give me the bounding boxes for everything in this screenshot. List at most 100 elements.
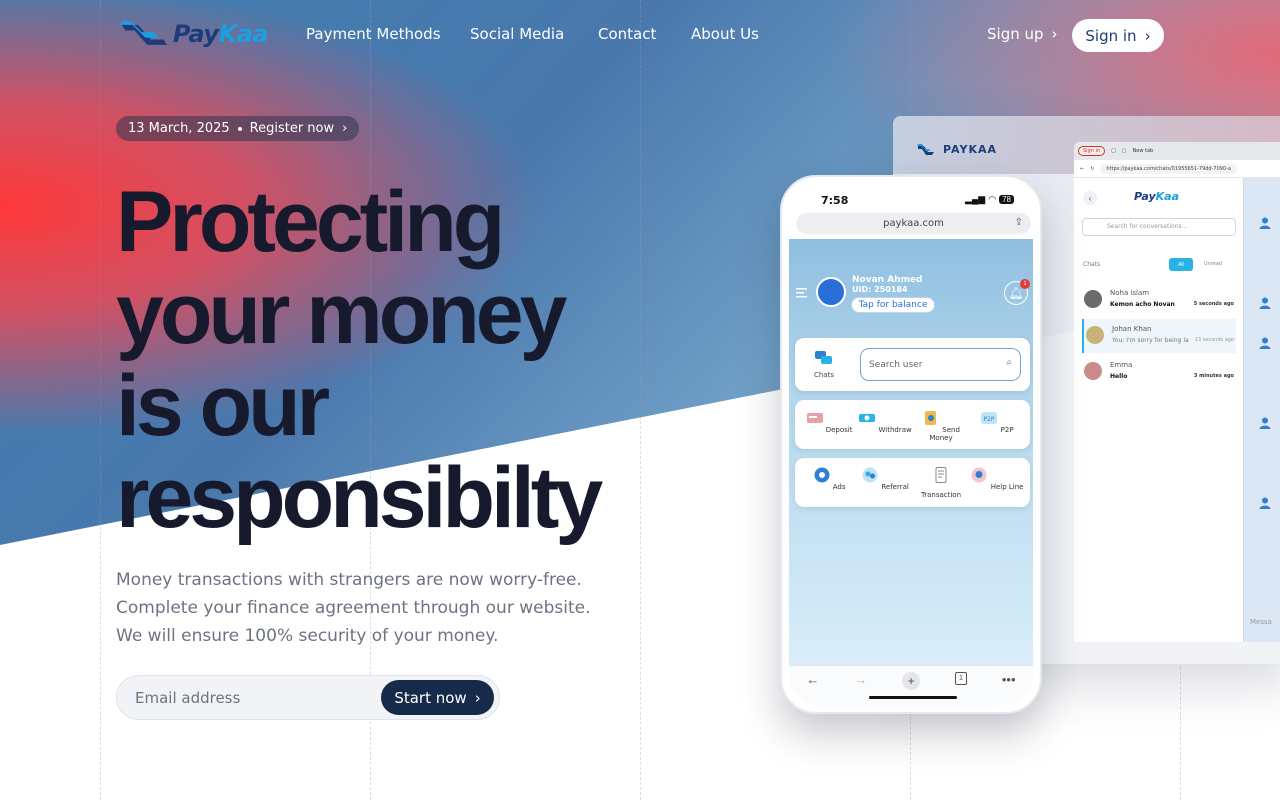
nav-payment-methods[interactable]: Payment Methods bbox=[306, 25, 441, 43]
status-time: 7:58 bbox=[821, 194, 849, 207]
conversation-preview: You: I'm sorry for being la bbox=[1112, 337, 1189, 344]
search-placeholder: Search user bbox=[869, 359, 923, 370]
conversation-time: 5 seconds ago bbox=[1193, 301, 1234, 307]
tab-icon: ▢ bbox=[1111, 148, 1116, 154]
forward-arrow-icon[interactable]: → bbox=[854, 672, 867, 687]
actions-card-secondary: Ads Referral Transaction Help Line bbox=[795, 458, 1030, 507]
sign-in-button[interactable]: Sign in › bbox=[1072, 19, 1164, 52]
p2p-icon: P2P bbox=[981, 412, 998, 424]
conversation-item[interactable]: Emma Hello 3 minutes ago bbox=[1082, 355, 1236, 389]
withdraw-label: Withdraw bbox=[878, 426, 912, 434]
notification-bell-icon[interactable]: 🔔︎ 1 bbox=[1004, 279, 1030, 305]
conversation-search-input[interactable]: Search for conversations... bbox=[1082, 218, 1236, 236]
email-address-input[interactable] bbox=[135, 687, 375, 709]
conversation-preview: Hello bbox=[1110, 373, 1128, 380]
logo-mark-icon bbox=[119, 21, 168, 45]
conversation-name: Emma bbox=[1110, 361, 1133, 369]
conversation-name: Johan Khan bbox=[1112, 325, 1152, 333]
conversation-preview: Kemon acho Novan bbox=[1110, 301, 1175, 308]
tabs-count-icon[interactable]: 1 bbox=[955, 672, 967, 685]
tap-for-balance-button[interactable]: Tap for balance bbox=[851, 297, 935, 313]
chevron-right-icon: › bbox=[1144, 26, 1151, 45]
withdraw-action[interactable]: Withdraw bbox=[857, 410, 913, 434]
desktop-brand: PAYKAA bbox=[917, 143, 997, 156]
chat-sidebar: ‹ PayKaa Search for conversations... Cha… bbox=[1074, 178, 1243, 642]
user-icon bbox=[1258, 336, 1272, 350]
back-arrow-icon[interactable]: ← bbox=[1080, 166, 1084, 172]
deposit-icon bbox=[806, 413, 823, 423]
deposit-label: Deposit bbox=[825, 426, 853, 434]
chevron-right-icon: › bbox=[474, 688, 481, 707]
reload-icon[interactable]: ↻ bbox=[1090, 166, 1094, 172]
start-now-button[interactable]: Start now › bbox=[381, 680, 494, 715]
mobile-url: paykaa.com bbox=[883, 218, 944, 229]
ads-icon bbox=[814, 467, 829, 483]
transaction-action[interactable]: Transaction bbox=[913, 467, 969, 499]
chat-logo: PayKaa bbox=[1134, 190, 1179, 203]
sign-up-link[interactable]: Sign up › bbox=[987, 25, 1058, 43]
mobile-browser-toolbar: ← → + 1 ••• bbox=[789, 665, 1033, 705]
email-signup-form: Start now › bbox=[116, 675, 500, 720]
signal-icon: ▂▄▆ bbox=[965, 194, 986, 204]
user-icon bbox=[1258, 216, 1272, 230]
url-field[interactable]: https://paykaa.com/chats/01955651-79dd-7… bbox=[1100, 163, 1238, 174]
sign-in-label: Sign in bbox=[1085, 26, 1137, 45]
home-indicator bbox=[869, 696, 957, 699]
more-options-icon[interactable]: ••• bbox=[1002, 672, 1016, 687]
send-money-icon bbox=[925, 411, 937, 425]
withdraw-icon bbox=[859, 414, 876, 422]
wifi-icon: ◠ bbox=[988, 194, 997, 204]
paykaa-logo[interactable]: PayKaa bbox=[118, 16, 268, 52]
browser-tab-signin[interactable]: Sign in bbox=[1078, 146, 1106, 156]
logo-text: PayKaa bbox=[172, 20, 269, 48]
browser-window: Sign in ▢ ▢ New tab ← ↻ https://paykaa.c… bbox=[1074, 142, 1280, 642]
hero-headline: Protecting your money is our responsibil… bbox=[116, 176, 676, 544]
user-icon bbox=[1258, 416, 1272, 430]
nav-contact[interactable]: Contact bbox=[598, 25, 656, 43]
conversation-name: Noha islam bbox=[1110, 289, 1150, 297]
back-icon[interactable]: ‹ bbox=[1083, 191, 1097, 205]
actions-card-primary: Deposit Withdraw Send Money P2P P2P bbox=[795, 400, 1030, 449]
menu-icon[interactable] bbox=[796, 288, 807, 298]
conversation-item[interactable]: Johan Khan You: I'm sorry for being la 1… bbox=[1082, 319, 1236, 353]
back-arrow-icon[interactable]: ← bbox=[806, 672, 819, 687]
deposit-action[interactable]: Deposit bbox=[801, 410, 857, 434]
transaction-label: Transaction bbox=[920, 491, 962, 499]
new-tab-icon[interactable]: + bbox=[902, 672, 921, 690]
filter-all-tab[interactable]: All bbox=[1169, 258, 1193, 271]
user-icon bbox=[1258, 496, 1272, 510]
help-line-label: Help Line bbox=[990, 483, 1024, 491]
help-line-icon bbox=[971, 467, 987, 483]
top-navigation: PayKaa Payment Methods Social Media Cont… bbox=[0, 0, 1280, 68]
avatar bbox=[1084, 290, 1102, 308]
mobile-address-bar[interactable]: paykaa.com ⇪ bbox=[796, 213, 1031, 234]
browser-tab-new[interactable]: New tab bbox=[1133, 148, 1154, 154]
share-icon[interactable]: ⇪ bbox=[1015, 217, 1023, 228]
referral-icon bbox=[862, 467, 878, 483]
user-icon bbox=[1258, 296, 1272, 310]
desktop-brand-label: PAYKAA bbox=[943, 143, 998, 156]
headline-line: Protecting bbox=[116, 174, 505, 270]
nav-social-media[interactable]: Social Media bbox=[470, 25, 564, 43]
nav-about-us[interactable]: About Us bbox=[691, 25, 759, 43]
chats-shortcut[interactable]: Chats bbox=[809, 351, 839, 379]
announcement-pill[interactable]: 13 March, 2025 Register now › bbox=[116, 116, 360, 141]
headline-line: responsibilty bbox=[116, 450, 603, 546]
message-input[interactable]: Messa bbox=[1250, 618, 1272, 626]
conversation-time: 13 seconds ago bbox=[1194, 337, 1234, 343]
filter-unread-tab[interactable]: Unread bbox=[1204, 261, 1222, 267]
referral-action[interactable]: Referral bbox=[857, 467, 913, 491]
ads-label: Ads bbox=[832, 483, 846, 491]
help-line-action[interactable]: Help Line bbox=[969, 467, 1025, 491]
p2p-action[interactable]: P2P P2P bbox=[969, 410, 1025, 434]
phone-mockup: 7:58 ▂▄▆ ◠ 78 paykaa.com ⇪ Novan Ahmed U… bbox=[780, 175, 1042, 714]
ads-action[interactable]: Ads bbox=[801, 467, 857, 491]
avatar bbox=[1086, 326, 1104, 344]
send-money-action[interactable]: Send Money bbox=[913, 410, 969, 442]
hero-subtext: Money transactions with strangers are no… bbox=[116, 570, 591, 646]
search-user-input[interactable]: Search user ⌕ bbox=[860, 348, 1021, 381]
user-avatar[interactable] bbox=[816, 277, 846, 307]
status-icons: ▂▄▆ ◠ 78 bbox=[965, 194, 1014, 205]
notification-badge: 1 bbox=[1020, 279, 1030, 289]
conversation-item[interactable]: Noha islam Kemon acho Novan 5 seconds ag… bbox=[1082, 283, 1236, 317]
